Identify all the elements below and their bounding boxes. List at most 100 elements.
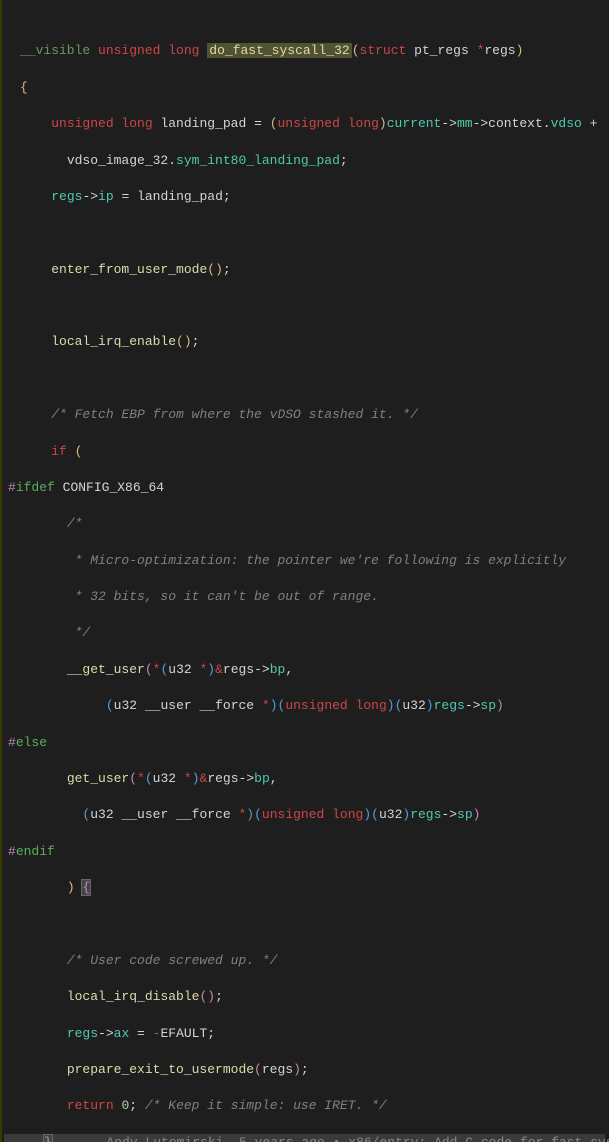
code-line: ) { bbox=[4, 879, 605, 897]
code-line: vdso_image_32.sym_int80_landing_pad; bbox=[4, 152, 605, 170]
paren-icon: ) bbox=[215, 262, 223, 277]
dot-icon: . bbox=[168, 153, 176, 168]
token-directive: ifdef bbox=[16, 480, 55, 495]
paren-icon: ( bbox=[371, 807, 379, 822]
paren-icon: ( bbox=[75, 444, 83, 459]
pound-icon: # bbox=[8, 735, 16, 750]
token-ident: regs bbox=[223, 662, 254, 677]
token-keyword: return bbox=[67, 1098, 114, 1113]
paren-icon: ( bbox=[129, 771, 137, 786]
code-line: /* Fetch EBP from where the vDSO stashed… bbox=[4, 406, 605, 424]
token-keyword: __force bbox=[199, 698, 254, 713]
token-ident: landing_pad bbox=[137, 189, 223, 204]
star-icon: * bbox=[192, 662, 208, 677]
arrow-icon: -> bbox=[254, 662, 270, 677]
code-line: (u32 __user __force *)(unsigned long)(u3… bbox=[4, 697, 605, 715]
paren-icon: ) bbox=[516, 43, 524, 58]
paren-icon: ) bbox=[363, 807, 371, 822]
token-keyword: __force bbox=[176, 807, 231, 822]
star-icon: * bbox=[137, 771, 145, 786]
paren-icon: ( bbox=[106, 698, 114, 713]
token-comment: /* User code screwed up. */ bbox=[67, 953, 278, 968]
token-ident: ax bbox=[114, 1026, 130, 1041]
code-line: /* User code screwed up. */ bbox=[4, 952, 605, 970]
paren-icon: ) bbox=[184, 334, 192, 349]
token-ident: current bbox=[387, 116, 442, 131]
semicolon-icon: ; bbox=[223, 262, 231, 277]
code-line: prepare_exit_to_usermode(regs); bbox=[4, 1061, 605, 1079]
paren-icon: ( bbox=[145, 771, 153, 786]
cursor-block-icon: } bbox=[44, 1135, 52, 1142]
code-line: get_user(*(u32 *)&regs->bp, bbox=[4, 770, 605, 788]
code-line: * 32 bits, so it can't be out of range. bbox=[4, 588, 605, 606]
token-function: local_irq_enable bbox=[51, 334, 176, 349]
paren-icon: ( bbox=[82, 807, 90, 822]
token-type: u32 bbox=[114, 698, 137, 713]
paren-icon: ( bbox=[395, 698, 403, 713]
paren-icon: ) bbox=[67, 880, 75, 895]
token-op: = bbox=[246, 116, 269, 131]
token-comment: * Micro-optimization: the pointer we're … bbox=[67, 553, 566, 568]
paren-icon: ( bbox=[278, 698, 286, 713]
token-keyword: __user bbox=[145, 698, 192, 713]
code-line: { bbox=[4, 79, 605, 97]
code-line bbox=[4, 297, 605, 315]
semicolon-icon: ; bbox=[340, 153, 348, 168]
token-macro: CONFIG_X86_64 bbox=[63, 480, 164, 495]
amp-icon: & bbox=[215, 662, 223, 677]
minus-icon: - bbox=[153, 1026, 161, 1041]
code-line: * Micro-optimization: the pointer we're … bbox=[4, 552, 605, 570]
token-op: + bbox=[582, 116, 598, 131]
star-icon: * bbox=[176, 771, 192, 786]
paren-icon: ( bbox=[270, 116, 278, 131]
token-function: __get_user bbox=[67, 662, 145, 677]
code-line: unsigned long landing_pad = (unsigned lo… bbox=[4, 115, 605, 133]
code-line: #endif bbox=[4, 843, 605, 861]
token-ident: regs bbox=[434, 698, 465, 713]
paren-icon: ) bbox=[496, 698, 504, 713]
token-keyword: if bbox=[51, 444, 67, 459]
token-type: u32 bbox=[168, 662, 191, 677]
dot-icon: . bbox=[543, 116, 551, 131]
code-line bbox=[4, 915, 605, 933]
pound-icon: # bbox=[8, 480, 16, 495]
code-line: enter_from_user_mode(); bbox=[4, 261, 605, 279]
pound-icon: # bbox=[8, 844, 16, 859]
indent-ruler bbox=[0, 0, 2, 1142]
token-ident: regs bbox=[51, 189, 82, 204]
paren-icon: ) bbox=[379, 116, 387, 131]
git-blame-line: } Andy Lutomirski, 5 years ago • x86/ent… bbox=[4, 1134, 605, 1142]
token-var: landing_pad bbox=[160, 116, 246, 131]
star-icon: * bbox=[231, 807, 247, 822]
code-line: __visible unsigned long do_fast_syscall_… bbox=[4, 42, 605, 60]
paren-icon: ) bbox=[426, 698, 434, 713]
paren-icon: ) bbox=[192, 771, 200, 786]
token-ident: ip bbox=[98, 189, 114, 204]
token-comment: * 32 bits, so it can't be out of range. bbox=[67, 589, 379, 604]
token-number: 0 bbox=[121, 1098, 129, 1113]
code-line: */ bbox=[4, 624, 605, 642]
blame-text: Andy Lutomirski, 5 years ago • x86/entry… bbox=[106, 1135, 609, 1142]
arrow-icon: -> bbox=[239, 771, 255, 786]
arrow-icon: -> bbox=[473, 116, 489, 131]
arrow-icon: -> bbox=[98, 1026, 114, 1041]
code-line: if ( bbox=[4, 443, 605, 461]
token-type: unsigned long bbox=[98, 43, 199, 58]
paren-icon: ) bbox=[293, 1062, 301, 1077]
token-type: u32 bbox=[379, 807, 402, 822]
arrow-icon: -> bbox=[82, 189, 98, 204]
paren-icon: ( bbox=[160, 662, 168, 677]
token-ident: regs bbox=[67, 1026, 98, 1041]
arrow-icon: -> bbox=[441, 116, 457, 131]
token-type: u32 bbox=[402, 698, 425, 713]
token-ident: vdso_image_32 bbox=[67, 153, 168, 168]
token-keyword: __user bbox=[121, 807, 168, 822]
paren-icon: ) bbox=[207, 662, 215, 677]
token-type: unsigned long bbox=[278, 116, 379, 131]
semicolon-icon: ; bbox=[301, 1062, 309, 1077]
amp-icon: & bbox=[200, 771, 208, 786]
token-ident: regs bbox=[410, 807, 441, 822]
paren-icon: ( bbox=[199, 989, 207, 1004]
code-editor[interactable]: __visible unsigned long do_fast_syscall_… bbox=[0, 0, 609, 1142]
token-ident: bp bbox=[270, 662, 286, 677]
